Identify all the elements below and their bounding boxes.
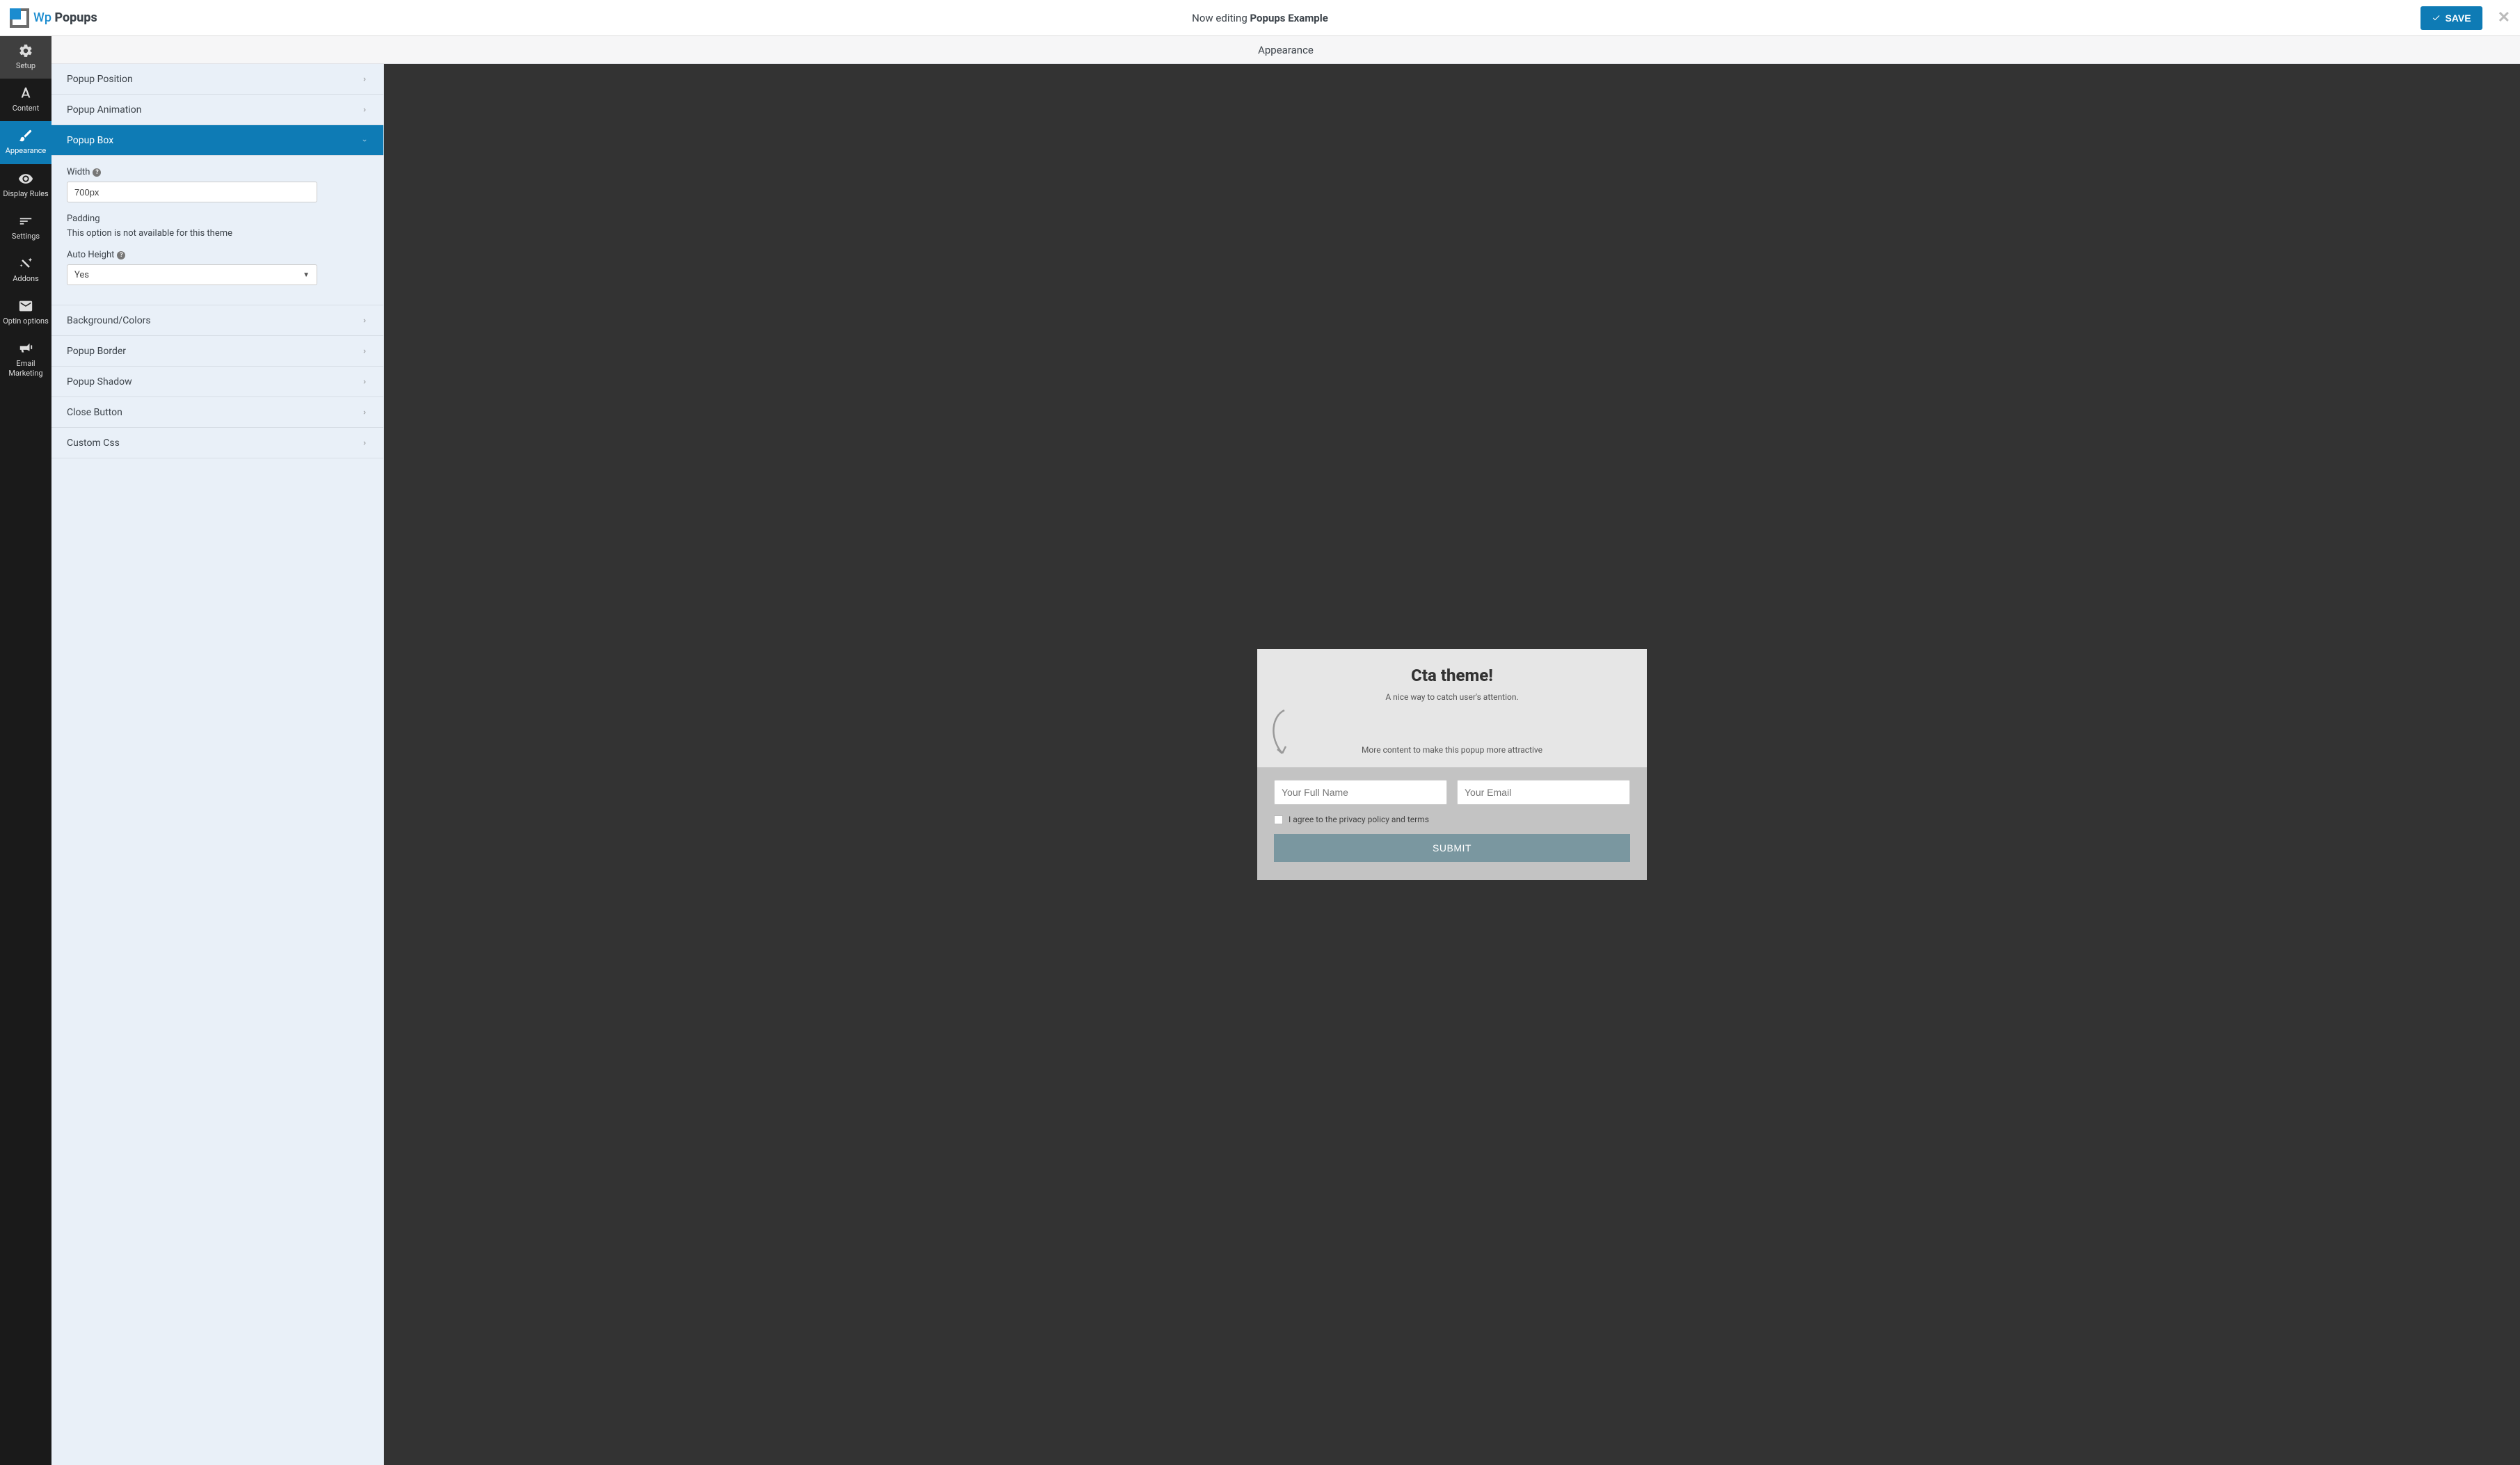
- section-label: Popup Shadow: [67, 376, 132, 387]
- agree-checkbox[interactable]: [1274, 815, 1283, 824]
- autoheight-label: Auto Height: [67, 250, 114, 260]
- editing-prefix: Now editing: [1192, 12, 1250, 24]
- section-label: Custom Css: [67, 438, 120, 449]
- section-label: Popup Box: [67, 135, 113, 146]
- nav-label: Content: [13, 104, 40, 113]
- megaphone-icon: [18, 341, 33, 356]
- submit-label: SUBMIT: [1433, 842, 1472, 854]
- preview-area: ✕ Cta theme! A nice way to catch user's …: [384, 64, 2520, 1465]
- envelope-icon: [18, 298, 33, 314]
- autoheight-select[interactable]: Yes ▼: [67, 264, 317, 285]
- nav-label: Optin options: [3, 317, 49, 326]
- chevron-down-icon: [361, 137, 368, 144]
- top-bar: Wp Popups Now editing Popups Example SAV…: [0, 0, 2520, 36]
- chevron-right-icon: [361, 106, 368, 113]
- curved-arrow-icon: [1267, 709, 1295, 763]
- nav-optin[interactable]: Optin options: [0, 291, 51, 334]
- width-label: Width: [67, 167, 90, 177]
- logo-mark: [10, 8, 29, 28]
- sliders-icon: [18, 214, 33, 229]
- save-button[interactable]: SAVE: [2421, 6, 2482, 30]
- editing-name: Popups Example: [1250, 12, 1327, 24]
- nav-label: Display Rules: [3, 189, 48, 198]
- help-icon[interactable]: ?: [117, 251, 125, 259]
- chevron-right-icon: [361, 440, 368, 447]
- nav-label: Settings: [12, 232, 40, 241]
- section-label: Popup Border: [67, 346, 126, 357]
- help-icon[interactable]: ?: [93, 168, 101, 177]
- section-custom-css[interactable]: Custom Css: [51, 428, 383, 458]
- popup-title: Cta theme!: [1277, 666, 1627, 685]
- chevron-right-icon: [361, 76, 368, 83]
- section-label: Close Button: [67, 407, 122, 418]
- chevron-right-icon: [361, 317, 368, 324]
- nav-label: Appearance: [6, 146, 47, 155]
- nav-addons[interactable]: Addons: [0, 249, 51, 291]
- brush-icon: [18, 128, 33, 143]
- section-popup-position[interactable]: Popup Position: [51, 64, 383, 95]
- nav-appearance[interactable]: Appearance: [0, 121, 51, 163]
- close-editor-button[interactable]: ✕: [2498, 9, 2510, 26]
- chevron-right-icon: [361, 378, 368, 385]
- check-icon: [2432, 13, 2441, 22]
- logo-popups: Popups: [54, 10, 97, 25]
- chevron-right-icon: [361, 348, 368, 355]
- section-label: Popup Position: [67, 74, 133, 85]
- section-popup-shadow[interactable]: Popup Shadow: [51, 367, 383, 397]
- nav-settings[interactable]: Settings: [0, 207, 51, 249]
- name-input[interactable]: [1274, 780, 1447, 805]
- side-nav: Setup Content Appearance Display Rules S…: [0, 36, 51, 1465]
- submit-button[interactable]: SUBMIT: [1274, 834, 1630, 862]
- popup-subtitle: A nice way to catch user's attention.: [1277, 692, 1627, 702]
- logo-text: Wp Popups: [33, 10, 97, 25]
- panel-title: Appearance: [51, 36, 2520, 64]
- popup-preview: ✕ Cta theme! A nice way to catch user's …: [1257, 649, 1647, 880]
- caret-down-icon: ▼: [303, 271, 310, 279]
- section-label: Background/Colors: [67, 315, 151, 326]
- section-popup-animation[interactable]: Popup Animation: [51, 95, 383, 125]
- logo-wp: Wp: [33, 10, 51, 25]
- padding-note: This option is not available for this th…: [67, 228, 368, 239]
- section-close-button[interactable]: Close Button: [51, 397, 383, 428]
- nav-label: Addons: [13, 274, 39, 283]
- wand-icon: [18, 256, 33, 271]
- logo: Wp Popups: [10, 8, 97, 28]
- chevron-right-icon: [361, 409, 368, 416]
- nav-email-marketing[interactable]: Email Marketing: [0, 334, 51, 385]
- gear-icon: [18, 43, 33, 58]
- nav-display-rules[interactable]: Display Rules: [0, 164, 51, 207]
- width-input[interactable]: [67, 182, 317, 202]
- editing-title: Now editing Popups Example: [1192, 12, 1328, 24]
- nav-setup[interactable]: Setup: [0, 36, 51, 79]
- save-label: SAVE: [2445, 13, 2471, 24]
- section-popup-border[interactable]: Popup Border: [51, 336, 383, 367]
- popup-more-text: More content to make this popup more att…: [1362, 745, 1542, 755]
- padding-label: Padding: [67, 214, 100, 224]
- section-popup-box-body: Width ? Padding This option is not avail…: [51, 156, 383, 305]
- autoheight-value: Yes: [74, 270, 89, 280]
- section-popup-box[interactable]: Popup Box: [51, 125, 383, 156]
- nav-content[interactable]: Content: [0, 79, 51, 121]
- section-label: Popup Animation: [67, 104, 142, 115]
- font-icon: [18, 86, 33, 101]
- nav-label: Setup: [16, 61, 35, 70]
- section-background-colors[interactable]: Background/Colors: [51, 305, 383, 336]
- eye-icon: [18, 171, 33, 186]
- agree-label: I agree to the privacy policy and terms: [1289, 815, 1429, 824]
- email-input[interactable]: [1457, 780, 1630, 805]
- nav-label: Email Marketing: [3, 359, 49, 377]
- options-panel: Popup Position Popup Animation Popup Box: [51, 64, 384, 1465]
